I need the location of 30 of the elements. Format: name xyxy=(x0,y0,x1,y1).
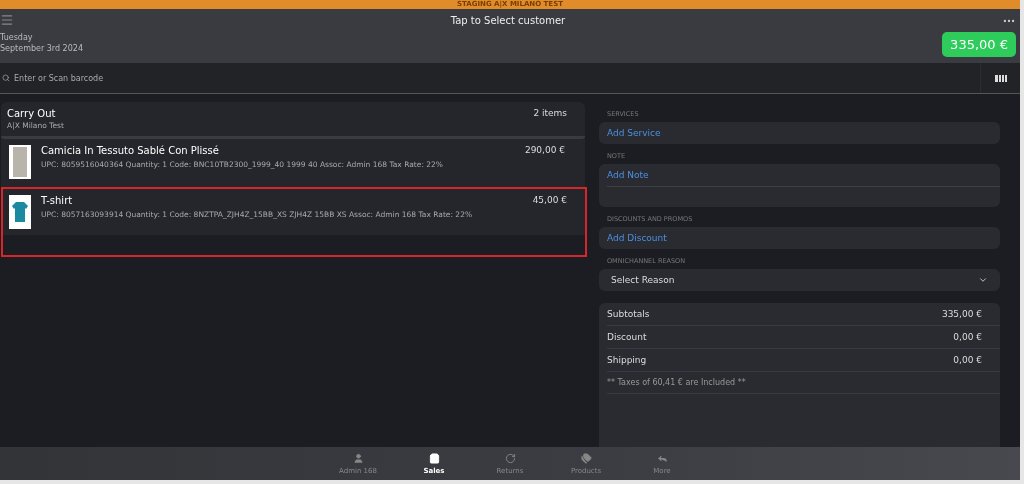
item-price: 290,00 € xyxy=(524,145,565,157)
total-value: 0,00 € xyxy=(953,355,982,365)
tags-icon xyxy=(580,452,592,464)
customer-title[interactable]: Tap to Select customer xyxy=(450,9,566,63)
add-button[interactable]: Add Discount xyxy=(599,227,1000,249)
menu-icon[interactable] xyxy=(0,13,14,27)
tshirt-icon xyxy=(11,200,29,224)
user-icon xyxy=(352,452,364,464)
add-button[interactable]: Add Service xyxy=(599,122,1000,144)
total-label: Shipping xyxy=(607,355,647,365)
reason-select[interactable]: Select Reason xyxy=(599,269,1000,291)
returns-icon xyxy=(504,452,516,464)
taxes-note: ** Taxes of 60,41 € are Included ** xyxy=(607,372,1000,394)
item-name: T-shirt xyxy=(41,195,74,206)
item-count: 2 items xyxy=(533,108,567,120)
note-field[interactable]: Add Note xyxy=(599,164,1000,207)
total-label: Discount xyxy=(607,332,647,342)
search-icon xyxy=(2,74,10,82)
total-label: Subtotals xyxy=(607,309,650,319)
bag-icon xyxy=(428,452,440,464)
date-label: September 3rd 2024 xyxy=(0,44,84,53)
total-value: 0,00 € xyxy=(953,332,982,342)
item-price: 45,00 € xyxy=(532,195,567,207)
order-type: Carry Out xyxy=(7,108,57,119)
total-value: 335,00 € xyxy=(941,309,982,319)
chevron-icon xyxy=(978,275,988,285)
barcode-icon xyxy=(994,74,1007,82)
item-name: Camicia In Tessuto Sablé Con Plissé xyxy=(41,145,220,156)
day-label: Tuesday xyxy=(0,33,34,42)
product-photo xyxy=(9,145,31,179)
